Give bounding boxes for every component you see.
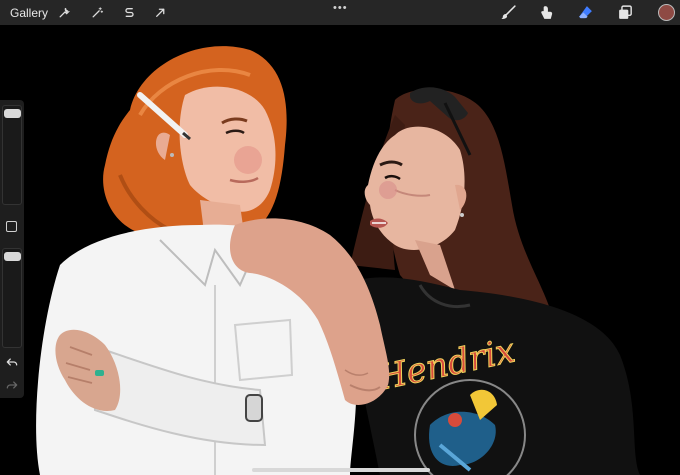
layers-icon — [619, 5, 632, 19]
home-indicator[interactable] — [252, 468, 430, 472]
artwork-illustration: Hendrix — [36, 46, 640, 475]
selection-s-icon — [125, 8, 134, 17]
transform-arrow-icon — [156, 8, 165, 17]
brush-tool-button[interactable] — [499, 3, 518, 22]
actions-button[interactable] — [56, 4, 73, 21]
more-menu-dots[interactable]: ••• — [333, 2, 348, 14]
selection-button[interactable] — [121, 4, 138, 21]
eraser-tool-button[interactable] — [576, 3, 595, 22]
gallery-button[interactable]: Gallery — [10, 6, 48, 20]
top-toolbar: Gallery ••• — [0, 0, 680, 25]
adjustments-button[interactable] — [89, 4, 106, 21]
brush-size-thumb[interactable] — [4, 109, 21, 118]
undo-icon — [6, 358, 18, 366]
eraser-icon — [579, 6, 592, 19]
opacity-slider[interactable] — [2, 248, 22, 348]
undo-button[interactable] — [5, 355, 19, 369]
layers-button[interactable] — [616, 3, 635, 22]
smudge-tool-button[interactable] — [537, 3, 556, 22]
brush-sidebar — [0, 100, 24, 398]
redo-icon — [6, 381, 18, 389]
transform-button[interactable] — [152, 4, 169, 21]
smudge-icon — [541, 6, 553, 19]
opacity-thumb[interactable] — [4, 252, 21, 261]
modify-button[interactable] — [6, 221, 17, 232]
wrench-icon — [59, 7, 71, 18]
magic-wand-icon — [92, 7, 104, 18]
brush-size-slider[interactable] — [2, 105, 22, 205]
redo-button[interactable] — [5, 378, 19, 392]
color-picker-swatch[interactable] — [658, 4, 675, 21]
brush-icon — [501, 5, 516, 19]
drawing-canvas[interactable]: Hendrix — [0, 25, 680, 475]
